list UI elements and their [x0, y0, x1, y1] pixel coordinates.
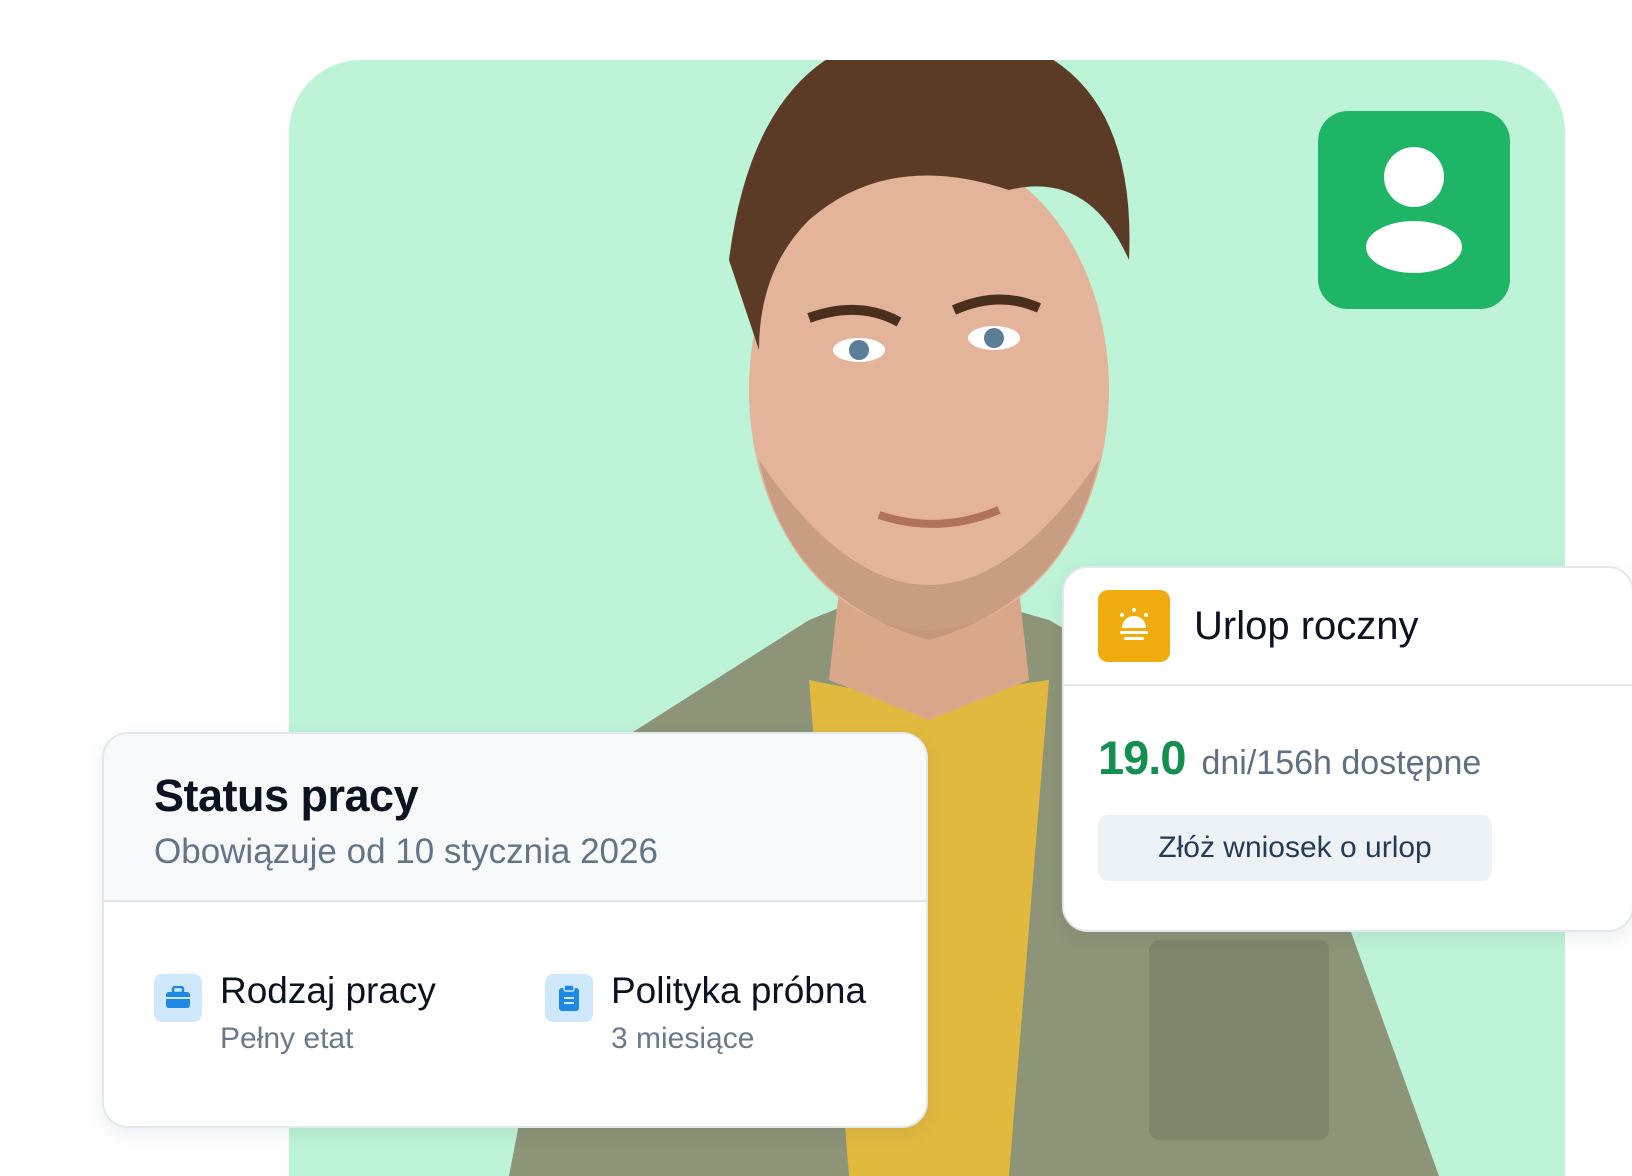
request-leave-button[interactable]: Złóż wniosek o urlop [1098, 815, 1492, 881]
briefcase-icon [154, 974, 202, 1022]
info-item-probation: Polityka próbna 3 miesiące [545, 970, 866, 1056]
leave-card-body: 19.0 dni/156h dostępne Złóż wniosek o ur… [1064, 686, 1632, 881]
status-card: Status pracy Obowiązuje od 10 stycznia 2… [102, 732, 928, 1128]
leave-card: Urlop roczny 19.0 dni/156h dostępne Złóż… [1062, 566, 1632, 932]
work-type-label: Rodzaj pracy [220, 970, 436, 1011]
leave-balance-value: 19.0 [1098, 731, 1186, 784]
probation-value: 3 miesiące [611, 1022, 755, 1055]
leave-balance-description: dni/156h dostępne [1201, 744, 1482, 782]
status-card-body: Rodzaj pracy Pełny etat Polityka próbna … [104, 902, 926, 1126]
status-card-subtitle: Obowiązuje od 10 stycznia 2026 [154, 832, 658, 871]
clipboard-icon [545, 974, 593, 1022]
work-type-value: Pełny etat [220, 1022, 354, 1055]
profile-badge [1318, 111, 1510, 309]
user-icon [1366, 147, 1462, 273]
status-card-title: Status pracy [154, 770, 419, 821]
info-item-work-type: Rodzaj pracy Pełny etat [154, 970, 436, 1056]
leave-card-title: Urlop roczny [1194, 603, 1419, 648]
status-card-header: Status pracy Obowiązuje od 10 stycznia 2… [104, 734, 926, 902]
leave-card-header: Urlop roczny [1064, 568, 1632, 686]
probation-label: Polityka próbna [611, 970, 867, 1011]
sun-icon [1098, 590, 1170, 662]
